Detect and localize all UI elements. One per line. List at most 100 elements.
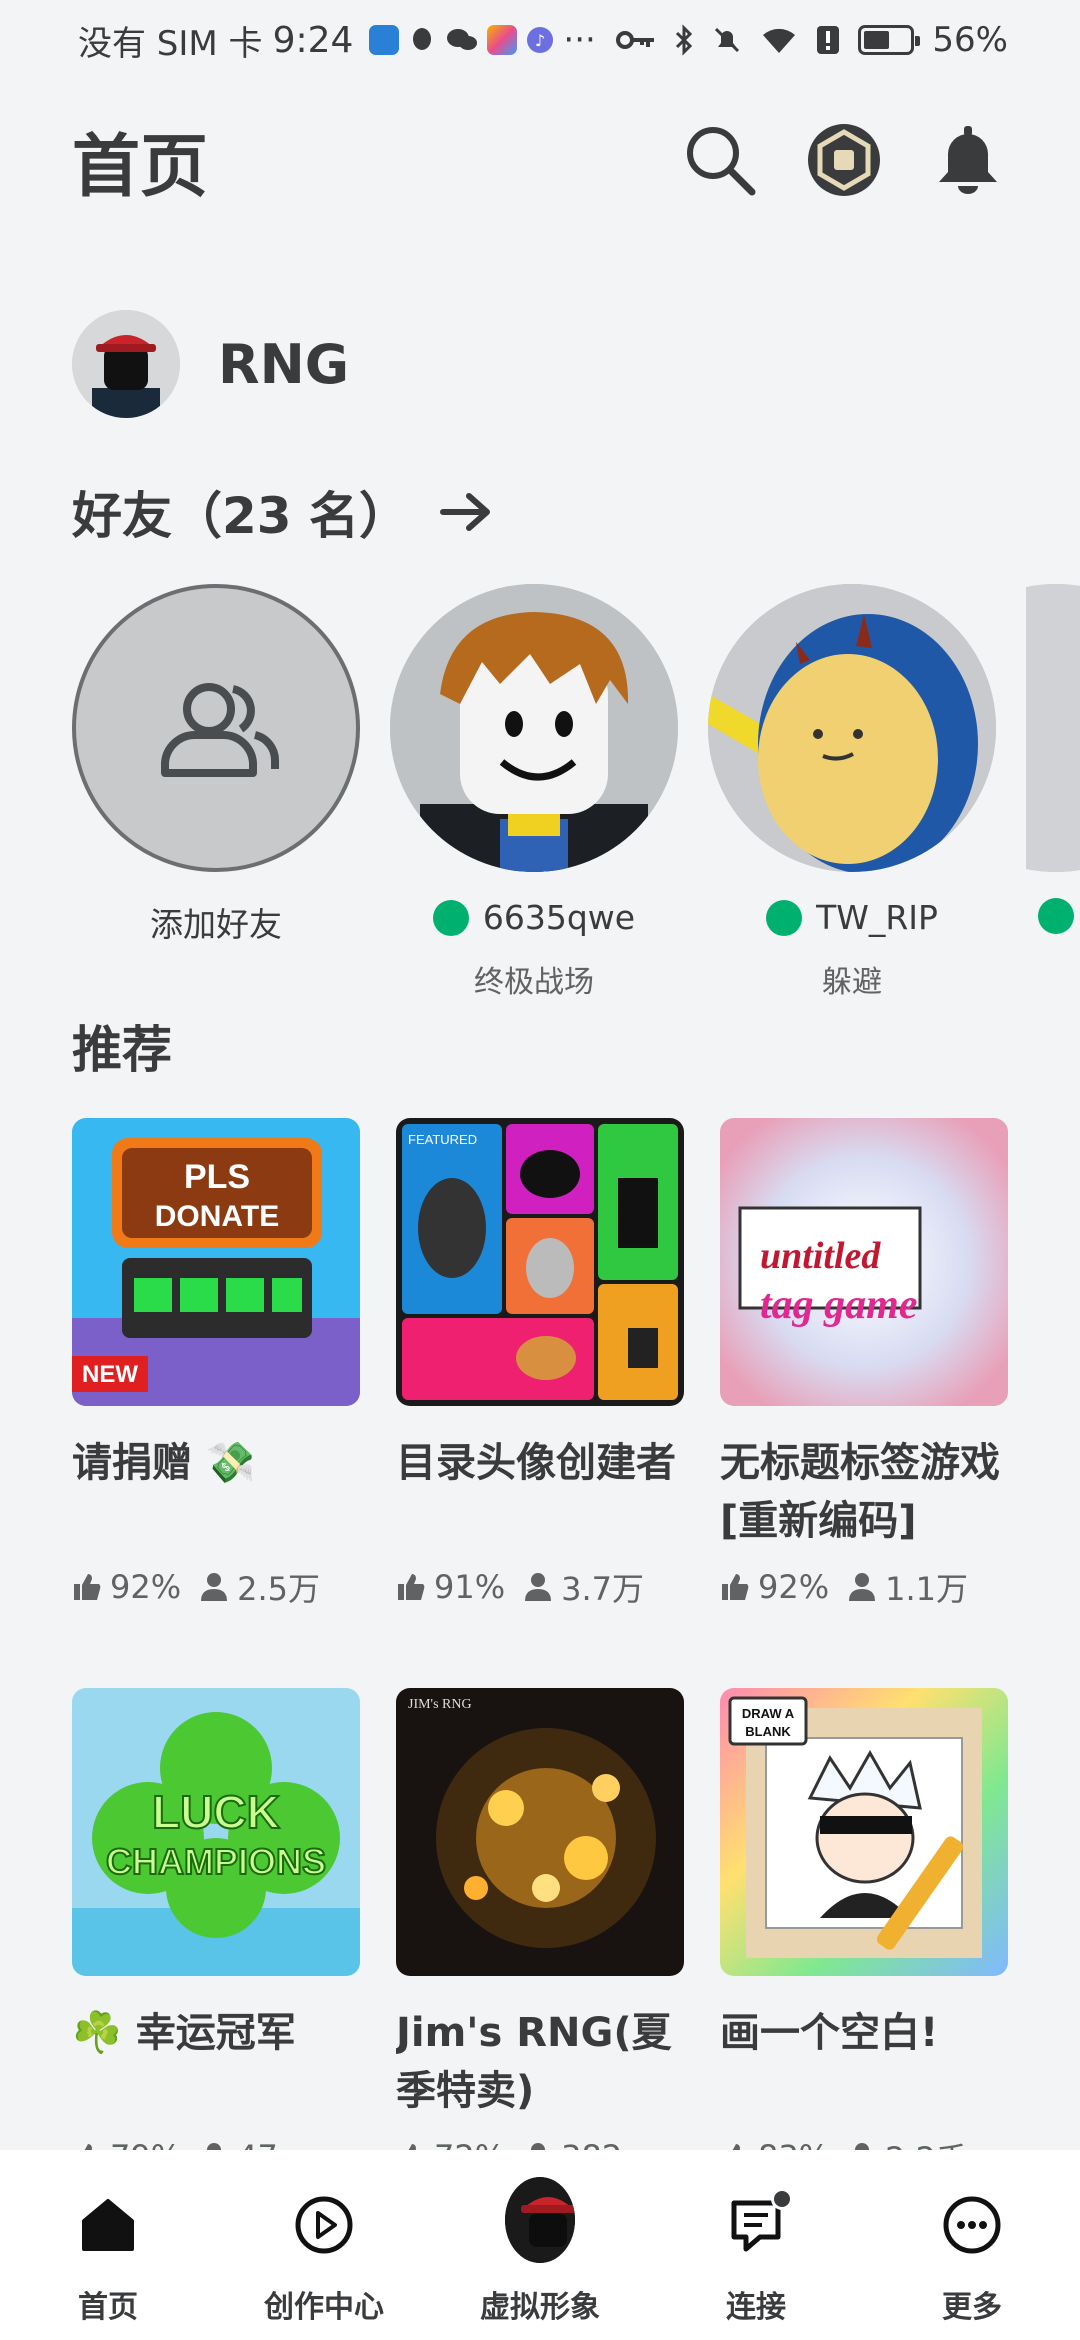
friend-avatar[interactable] xyxy=(1026,584,1080,872)
recommended-title: 推荐 xyxy=(72,1021,172,1079)
nav-label: 首页 xyxy=(78,2290,138,2325)
username: RNG xyxy=(218,332,350,396)
notification-icons: ♪ ··· xyxy=(369,20,596,60)
avatar-image xyxy=(505,2177,575,2263)
nav-create[interactable]: 创作中心 xyxy=(224,2190,424,2326)
game-card[interactable]: LUCK CHAMPIONS ☘️ 幸运冠军 79% 47 xyxy=(72,1688,360,2186)
nav-connect[interactable]: 连接 xyxy=(656,2188,856,2326)
game-title: 画一个空白! xyxy=(720,2010,939,2056)
friend-avatar[interactable] xyxy=(390,584,678,872)
game-thumbnail-image: untitled tag game xyxy=(720,1118,1008,1406)
game-thumbnail[interactable]: JIM's RNG xyxy=(396,1688,684,1976)
thumb-text: FEATURED xyxy=(408,1132,477,1147)
robux-icon xyxy=(808,124,880,196)
more-notifications: ··· xyxy=(563,20,596,60)
nav-label: 创作中心 xyxy=(264,2290,384,2325)
game-title: ☘️ 幸运冠军 xyxy=(72,2010,296,2056)
avatar-icon xyxy=(505,2177,575,2263)
game-title: Jim's RNG(夏季特卖) xyxy=(396,2010,672,2114)
game-rating: 91% xyxy=(434,1568,506,1606)
qq-icon xyxy=(413,28,432,50)
game-rating: 92% xyxy=(758,1568,830,1606)
game-thumbnail[interactable]: LUCK CHAMPIONS xyxy=(72,1688,360,1976)
game-thumbnail-image: FEATURED xyxy=(396,1118,684,1406)
game-players: 1.1万 xyxy=(885,1570,969,1608)
game-title: 请捐赠 💸 xyxy=(72,1440,256,1486)
music-icon: ♪ xyxy=(527,27,554,53)
avatar[interactable] xyxy=(72,310,180,418)
friends-header[interactable]: 好友（23 名） xyxy=(72,476,493,548)
game-card[interactable]: DRAW A BLANK 画一个空白! 83% 2.2千 xyxy=(720,1688,1008,2186)
game-title: 目录头像创建者 xyxy=(396,1440,676,1486)
home-icon xyxy=(82,2199,134,2251)
friend-item[interactable]: 6635qwe 终极战场 xyxy=(390,584,678,1001)
notification-dot xyxy=(771,2188,793,2210)
profile-summary[interactable]: RNG xyxy=(72,310,349,418)
search-button[interactable] xyxy=(680,120,760,200)
search-icon xyxy=(687,127,756,196)
play-circle-icon xyxy=(295,2196,353,2254)
add-friend-item[interactable]: 添加好友 xyxy=(72,584,360,1001)
friend-avatar-image xyxy=(1026,584,1080,872)
notifications-button[interactable] xyxy=(928,120,1008,200)
game-thumbnail-image: DRAW A BLANK xyxy=(720,1688,1008,1976)
game-thumbnail[interactable]: untitled tag game xyxy=(720,1118,1008,1406)
clock: 9:24 xyxy=(272,19,354,61)
game-thumbnail[interactable]: DRAW A BLANK xyxy=(720,1688,1008,1976)
thumbs-up-icon xyxy=(74,1574,101,1600)
mute-icon xyxy=(715,27,740,53)
recommended-grid-row-2: LUCK CHAMPIONS ☘️ 幸运冠军 79% 47 JIM's RNG xyxy=(72,1688,1008,2186)
app-notification-icon xyxy=(487,25,518,55)
new-badge: NEW xyxy=(82,1361,138,1388)
thumb-text: PLS xyxy=(184,1158,250,1196)
game-thumbnail[interactable]: FEATURED xyxy=(396,1118,684,1406)
thumb-text: DONATE xyxy=(155,1200,279,1233)
thumb-text: tag game xyxy=(760,1282,917,1328)
thumbs-up-icon xyxy=(398,1574,425,1600)
game-card[interactable]: untitled tag game 无标题标签游戏 [重新编码] 92% 1.1… xyxy=(720,1118,1008,1616)
friend-item[interactable]: TW_RIP 躲避 xyxy=(708,584,996,1001)
nav-label: 虚拟形象 xyxy=(480,2290,600,2325)
game-stats: 91% 3.7万 xyxy=(396,1558,684,1616)
game-thumbnail[interactable]: PLS DONATE NEW xyxy=(72,1118,360,1406)
thumbs-up-icon xyxy=(722,1574,749,1600)
nav-home[interactable]: 首页 xyxy=(8,2190,208,2326)
bottom-nav: 首页 创作中心 虚拟形象 连接 更多 xyxy=(0,2150,1080,2340)
robux-button[interactable] xyxy=(804,120,884,200)
app-header: 首页 xyxy=(72,110,1008,210)
battery-percent: 56% xyxy=(932,20,1008,60)
players-icon xyxy=(849,1573,876,1601)
online-indicator xyxy=(432,899,469,936)
more-icon xyxy=(943,2196,1001,2254)
friends-title: 好友（23 名） xyxy=(72,487,409,545)
game-card[interactable]: JIM's RNG Jim's RNG(夏季特卖) 72% 382 xyxy=(396,1688,684,2186)
friend-avatar-image xyxy=(390,584,678,872)
game-stats: 92% 2.5万 xyxy=(72,1558,360,1616)
nav-more[interactable]: 更多 xyxy=(872,2190,1072,2326)
friend-item-partial[interactable] xyxy=(1026,584,1080,1001)
friends-list: 添加好友 6635qwe 终极战场 TW_RIP 躲避 xyxy=(72,584,1080,1001)
thumb-text: LUCK xyxy=(152,1786,280,1838)
wechat-icon xyxy=(447,29,478,50)
online-indicator xyxy=(1038,898,1074,934)
add-friend-button[interactable] xyxy=(72,584,360,872)
game-card[interactable]: PLS DONATE NEW 请捐赠 💸 92% 2.5万 xyxy=(72,1118,360,1616)
friend-avatar[interactable] xyxy=(708,584,996,872)
thumb-text: BLANK xyxy=(745,1724,791,1739)
game-players: 2.5万 xyxy=(237,1570,321,1608)
game-card[interactable]: FEATURED 目录头像创建者 91% 3.7万 xyxy=(396,1118,684,1616)
recommended-header: 推荐 xyxy=(72,1010,172,1082)
nav-avatar[interactable]: 虚拟形象 xyxy=(440,2177,640,2326)
game-stats: 92% 1.1万 xyxy=(720,1558,1008,1616)
friend-name: 添加好友 xyxy=(150,905,282,944)
friend-avatar-image xyxy=(708,584,996,872)
key-icon xyxy=(616,31,655,49)
arrow-right-icon[interactable] xyxy=(439,490,493,534)
avatar-image xyxy=(72,310,180,418)
friend-status: 终极战场 xyxy=(474,965,594,1000)
game-rating: 92% xyxy=(110,1568,182,1606)
recommended-grid: PLS DONATE NEW 请捐赠 💸 92% 2.5万 FEATURED 目… xyxy=(72,1118,1008,1616)
online-indicator xyxy=(766,899,803,936)
add-friend-icon xyxy=(161,683,279,777)
battery-icon xyxy=(858,25,921,55)
